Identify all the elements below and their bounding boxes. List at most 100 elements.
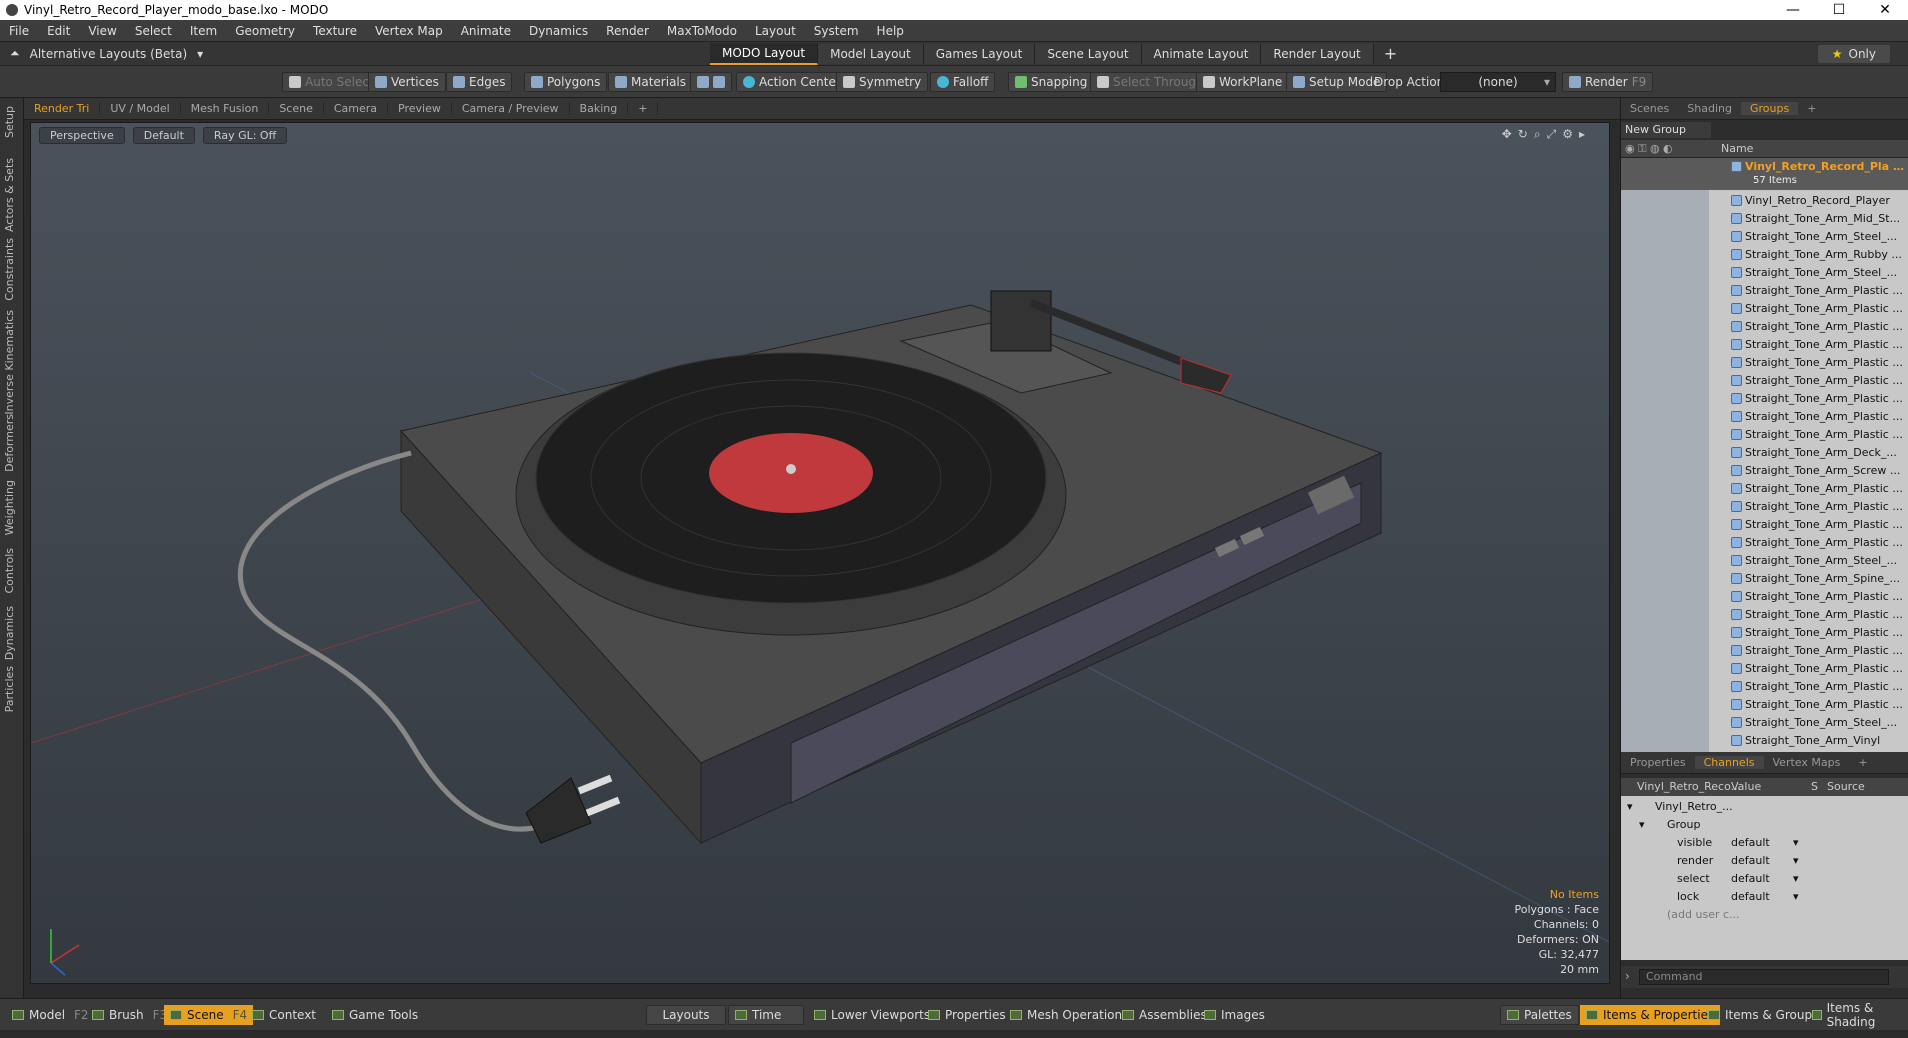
tab-channels[interactable]: Channels	[1694, 756, 1764, 769]
menu-view[interactable]: View	[79, 24, 125, 38]
group-item-row[interactable]: Straight_Tone_Arm_Plastic ...	[1621, 498, 1908, 516]
brush-tab[interactable]: Brush F3	[86, 1005, 173, 1025]
raygl-toggle[interactable]: Ray GL: Off	[202, 127, 288, 144]
layouts-button[interactable]: Layouts	[646, 1005, 726, 1025]
channel-row[interactable]: visible default ▾	[1621, 834, 1908, 852]
materials-button[interactable]: Materials	[608, 72, 694, 92]
model-tab[interactable]: Model F2	[6, 1005, 95, 1025]
group-item-row[interactable]: Straight_Tone_Arm_Steel_...	[1621, 552, 1908, 570]
items-shading-button[interactable]: Items & Shading	[1806, 1001, 1908, 1029]
group-item-row[interactable]: Straight_Tone_Arm_Vinyl	[1621, 732, 1908, 750]
channel-value[interactable]: default	[1731, 836, 1770, 849]
chevron-down-icon[interactable]: ▾	[1793, 854, 1799, 867]
add-tab-icon[interactable]: +	[628, 102, 659, 115]
close-icon[interactable]: ✕	[1862, 2, 1908, 18]
setup-mode-button[interactable]: Setup Mode	[1286, 72, 1388, 92]
tab-deformers[interactable]: Deformers	[3, 414, 16, 472]
tab-uv-model[interactable]: UV / Model	[100, 102, 181, 115]
group-item-row[interactable]: Straight_Tone_Arm_Plastic ...	[1621, 318, 1908, 336]
context-tab[interactable]: Context	[246, 1005, 322, 1025]
group-item-row[interactable]: Straight_Tone_Arm_Plastic ...	[1621, 480, 1908, 498]
group-item-row[interactable]: Straight_Tone_Arm_Plastic ...	[1621, 390, 1908, 408]
menu-render[interactable]: Render	[597, 24, 658, 38]
tab-groups[interactable]: Groups	[1740, 102, 1799, 115]
group-item-row[interactable]: Straight_Tone_Arm_Plastic ...	[1621, 624, 1908, 642]
maximize-icon[interactable]: ☐	[1816, 2, 1862, 18]
time-button[interactable]: Time	[728, 1005, 804, 1025]
menu-geometry[interactable]: Geometry	[226, 24, 304, 38]
tab-particles[interactable]: Particles	[3, 666, 16, 712]
tab-setup[interactable]: Setup	[3, 106, 16, 138]
selection-set-button[interactable]	[690, 72, 732, 92]
tab-modo-layout[interactable]: MODO Layout	[710, 42, 819, 65]
play-icon[interactable]: ▸	[1579, 127, 1591, 141]
tab-constraints[interactable]: Constraints	[3, 238, 16, 301]
lower-viewports-button[interactable]: Lower Viewports	[808, 1005, 936, 1025]
action-center-button[interactable]: Action Center	[736, 72, 848, 92]
tab-preview[interactable]: Preview	[388, 102, 452, 115]
menu-vertex-map[interactable]: Vertex Map	[366, 24, 452, 38]
channel-value[interactable]: default	[1731, 872, 1770, 885]
menu-dynamics[interactable]: Dynamics	[520, 24, 597, 38]
add-prop-tab-icon[interactable]: +	[1849, 756, 1876, 769]
channel-row[interactable]: lock default ▾	[1621, 888, 1908, 906]
shading-style-dropdown[interactable]: Default	[132, 127, 195, 144]
tab-render-tri[interactable]: Render Tri	[24, 102, 101, 115]
pan-icon[interactable]: ✥	[1502, 127, 1518, 141]
tab-camera[interactable]: Camera	[324, 102, 389, 115]
menu-layout[interactable]: Layout	[746, 24, 805, 38]
group-item-row[interactable]: Straight_Tone_Arm_Plastic ...	[1621, 606, 1908, 624]
minimize-icon[interactable]: —	[1770, 2, 1816, 18]
channel-value[interactable]: default	[1731, 854, 1770, 867]
fit-icon[interactable]: ⤢	[1547, 127, 1563, 141]
channel-row[interactable]: ▾ Vinyl_Retro_...	[1621, 798, 1908, 816]
group-item-row[interactable]: Straight_Tone_Arm_Mid_St...	[1621, 210, 1908, 228]
group-item-row[interactable]: Straight_Tone_Arm_Plastic ...	[1621, 534, 1908, 552]
tab-shading[interactable]: Shading	[1678, 102, 1741, 115]
group-item-row[interactable]: Straight_Tone_Arm_Steel_...	[1621, 264, 1908, 282]
palettes-button[interactable]: Palettes	[1500, 1005, 1579, 1025]
tab-model-layout[interactable]: Model Layout	[818, 43, 924, 64]
alternative-layouts-dropdown[interactable]: ⏶ Alternative Layouts (Beta) ▾	[0, 46, 710, 61]
group-item-row[interactable]: Straight_Tone_Arm_Plastic ...	[1621, 372, 1908, 390]
menu-animate[interactable]: Animate	[452, 24, 520, 38]
mesh-operations-button[interactable]: Mesh Operations	[1004, 1005, 1134, 1025]
menu-help[interactable]: Help	[868, 24, 913, 38]
add-layout-icon[interactable]: +	[1374, 44, 1407, 63]
group-item-row[interactable]: Straight_Tone_Arm_Plastic ...	[1621, 516, 1908, 534]
falloff-button[interactable]: Falloff	[930, 72, 996, 92]
expand-icon[interactable]: ▾	[1639, 818, 1645, 831]
channel-row[interactable]: ▾ Group	[1621, 816, 1908, 834]
only-toggle[interactable]: ★ Only	[1817, 45, 1890, 63]
snapping-button[interactable]: Snapping	[1008, 72, 1095, 92]
menu-maxtomodo[interactable]: MaxToModo	[658, 24, 746, 38]
tab-controls[interactable]: Controls	[3, 548, 16, 594]
items-properties-button[interactable]: Items & Properties	[1580, 1005, 1721, 1025]
tab-camera-preview[interactable]: Camera / Preview	[452, 102, 570, 115]
group-item-row[interactable]: Straight_Tone_Arm_Plastic ...	[1621, 408, 1908, 426]
tab-baking[interactable]: Baking	[570, 102, 629, 115]
channel-row[interactable]: render default ▾	[1621, 852, 1908, 870]
expand-icon[interactable]: ▾	[1627, 800, 1633, 813]
channel-value[interactable]: default	[1731, 890, 1770, 903]
polygons-button[interactable]: Polygons	[524, 72, 608, 92]
chevron-down-icon[interactable]: ▾	[1793, 890, 1799, 903]
menu-item[interactable]: Item	[181, 24, 226, 38]
menu-texture[interactable]: Texture	[304, 24, 366, 38]
tab-animate-layout[interactable]: Animate Layout	[1141, 43, 1262, 64]
group-item-row[interactable]: Straight_Tone_Arm_Plastic ...	[1621, 696, 1908, 714]
images-button[interactable]: Images	[1198, 1005, 1271, 1025]
gear-icon[interactable]: ⚙	[1562, 127, 1579, 141]
chevron-down-icon[interactable]: ▾	[1793, 872, 1799, 885]
group-root-row[interactable]: Vinyl_Retro_Record_Pla ... 57 Items	[1621, 158, 1908, 190]
group-item-row[interactable]: Straight_Tone_Arm_Plastic ...	[1621, 642, 1908, 660]
group-item-row[interactable]: Straight_Tone_Arm_Spine_...	[1621, 570, 1908, 588]
tab-weighting[interactable]: Weighting	[3, 480, 16, 535]
tab-dynamics[interactable]: Dynamics	[3, 606, 16, 660]
perspective-dropdown[interactable]: Perspective	[39, 127, 125, 144]
tab-render-layout[interactable]: Render Layout	[1261, 43, 1374, 64]
channel-row[interactable]: (add user c...	[1621, 906, 1908, 924]
tab-actors-sets[interactable]: Actors & Sets	[3, 158, 16, 232]
group-item-row[interactable]: Straight_Tone_Arm_Rubby ...	[1621, 246, 1908, 264]
tab-vertex-maps[interactable]: Vertex Maps	[1764, 756, 1850, 769]
